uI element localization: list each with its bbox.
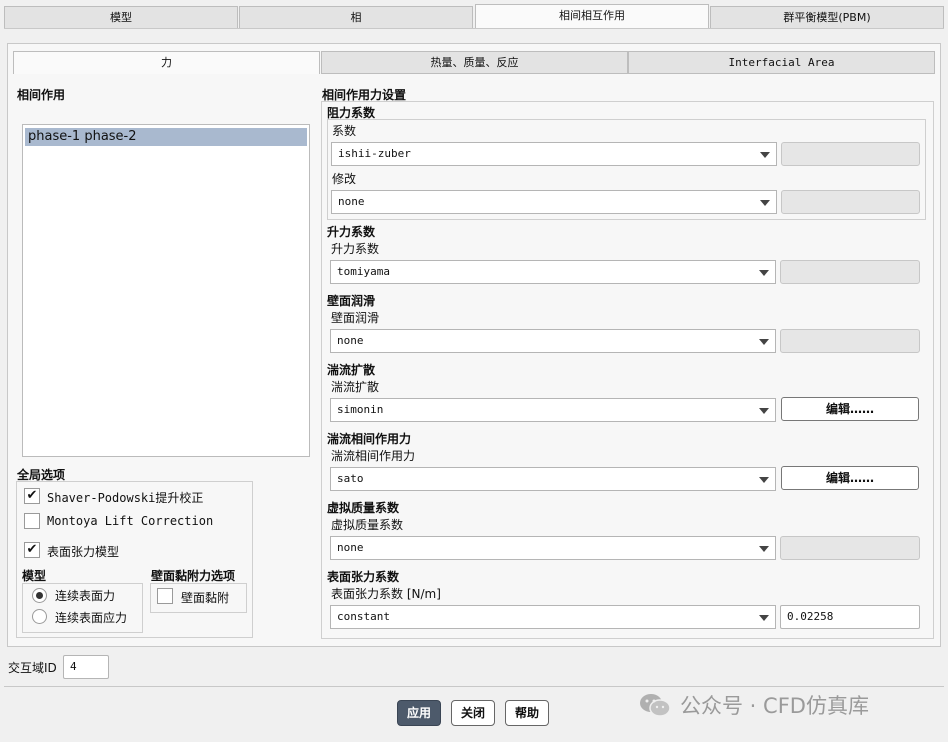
turb-interaction-edit-button[interactable]: 编辑……: [781, 466, 919, 490]
radio-css-label: 连续表面应力: [55, 611, 128, 625]
turb-dispersion-label: 湍流扩散: [331, 380, 380, 394]
radio-csf-label: 连续表面力: [55, 589, 116, 603]
wall-lubrication-field: [780, 329, 920, 353]
virtual-mass-title: 虚拟质量系数: [327, 501, 400, 515]
chevron-down-icon: [759, 339, 769, 345]
chevron-down-icon: [759, 477, 769, 483]
wechat-icon: [640, 694, 671, 717]
drag-coef-label: 系数: [332, 124, 357, 138]
shaver-checkbox[interactable]: ✔: [24, 488, 40, 504]
surface-tension-coef-value: constant: [337, 610, 390, 623]
turb-interaction-label: 湍流相间作用力: [331, 449, 416, 463]
model-title: 模型: [22, 569, 47, 583]
lift-title: 升力系数: [327, 225, 376, 239]
lift-field: [780, 260, 920, 284]
virtual-mass-select[interactable]: none: [330, 536, 776, 560]
montoya-checkbox[interactable]: [24, 513, 40, 529]
surface-tension-label: 表面张力模型: [47, 545, 120, 559]
wall-lubrication-value: none: [337, 334, 364, 347]
tab-phase[interactable]: 相: [239, 6, 473, 28]
wall-lubrication-label: 壁面润滑: [331, 311, 380, 325]
turb-interaction-title: 湍流相间作用力: [327, 432, 412, 446]
drag-modify-field: [781, 190, 920, 214]
tab-divider: [4, 28, 944, 29]
drag-modify-label: 修改: [332, 172, 357, 186]
subtab-heat-mass-reaction[interactable]: 热量、质量、反应: [321, 51, 628, 74]
chevron-down-icon: [759, 408, 769, 414]
watermark-text: 公众号 · CFD仿真库: [680, 694, 869, 718]
shaver-label: Shaver-Podowski提升校正: [47, 491, 204, 505]
domain-id-input[interactable]: 4: [63, 655, 109, 679]
list-item[interactable]: phase-1 phase-2: [25, 128, 307, 146]
close-button[interactable]: 关闭: [451, 700, 495, 726]
chevron-down-icon: [760, 200, 770, 206]
bottom-divider: [4, 686, 944, 687]
drag-coef-select[interactable]: ishii-zuber: [331, 142, 777, 166]
wall-lubrication-title: 壁面润滑: [327, 294, 376, 308]
surface-tension-coef-label: 表面张力系数 [N/m]: [331, 587, 441, 601]
turb-interaction-select[interactable]: sato: [330, 467, 776, 491]
turb-dispersion-edit-button[interactable]: 编辑……: [781, 397, 919, 421]
tab-model[interactable]: 模型: [4, 6, 238, 28]
help-button[interactable]: 帮助: [505, 700, 549, 726]
montoya-label: Montoya Lift Correction: [47, 514, 214, 528]
radio-css[interactable]: [32, 609, 47, 624]
drag-modify-select[interactable]: none: [331, 190, 777, 214]
chevron-down-icon: [759, 546, 769, 552]
wall-adhesion-title: 壁面黏附力选项: [151, 569, 236, 583]
wall-adhesion-label: 壁面黏附: [181, 591, 230, 605]
drag-coef-field: [781, 142, 920, 166]
wall-adhesion-checkbox[interactable]: [157, 588, 173, 604]
surface-tension-coef-select[interactable]: constant: [330, 605, 776, 629]
surface-tension-checkbox[interactable]: ✔: [24, 542, 40, 558]
lift-label: 升力系数: [331, 242, 380, 256]
lift-select[interactable]: tomiyama: [330, 260, 776, 284]
surface-tension-coef-title: 表面张力系数: [327, 570, 400, 584]
radio-csf[interactable]: [32, 588, 47, 603]
chevron-down-icon: [760, 152, 770, 158]
domain-id-label: 交互域ID: [8, 661, 57, 675]
subtab-interfacial-area[interactable]: Interfacial Area: [628, 51, 935, 74]
subtab-force[interactable]: 力: [13, 51, 320, 74]
virtual-mass-label: 虚拟质量系数: [331, 518, 404, 532]
surface-tension-coef-input[interactable]: 0.02258: [780, 605, 920, 629]
wall-lubrication-select[interactable]: none: [330, 329, 776, 353]
virtual-mass-value: none: [337, 541, 364, 554]
chevron-down-icon: [759, 270, 769, 276]
tab-phase-interaction[interactable]: 相间相互作用: [475, 4, 709, 29]
turb-dispersion-value: simonin: [337, 403, 384, 416]
interaction-title: 相间作用: [17, 88, 66, 102]
interaction-list[interactable]: phase-1 phase-2: [22, 124, 310, 457]
turb-interaction-value: sato: [337, 472, 364, 485]
drag-coef-value: ishii-zuber: [338, 147, 411, 160]
drag-modify-value: none: [338, 195, 365, 208]
virtual-mass-field: [780, 536, 920, 560]
turb-dispersion-title: 湍流扩散: [327, 363, 376, 377]
turb-dispersion-select[interactable]: simonin: [330, 398, 776, 422]
lift-value: tomiyama: [337, 265, 390, 278]
apply-button[interactable]: 应用: [397, 700, 441, 726]
tab-pbm[interactable]: 群平衡模型(PBM): [710, 6, 944, 28]
chevron-down-icon: [759, 615, 769, 621]
